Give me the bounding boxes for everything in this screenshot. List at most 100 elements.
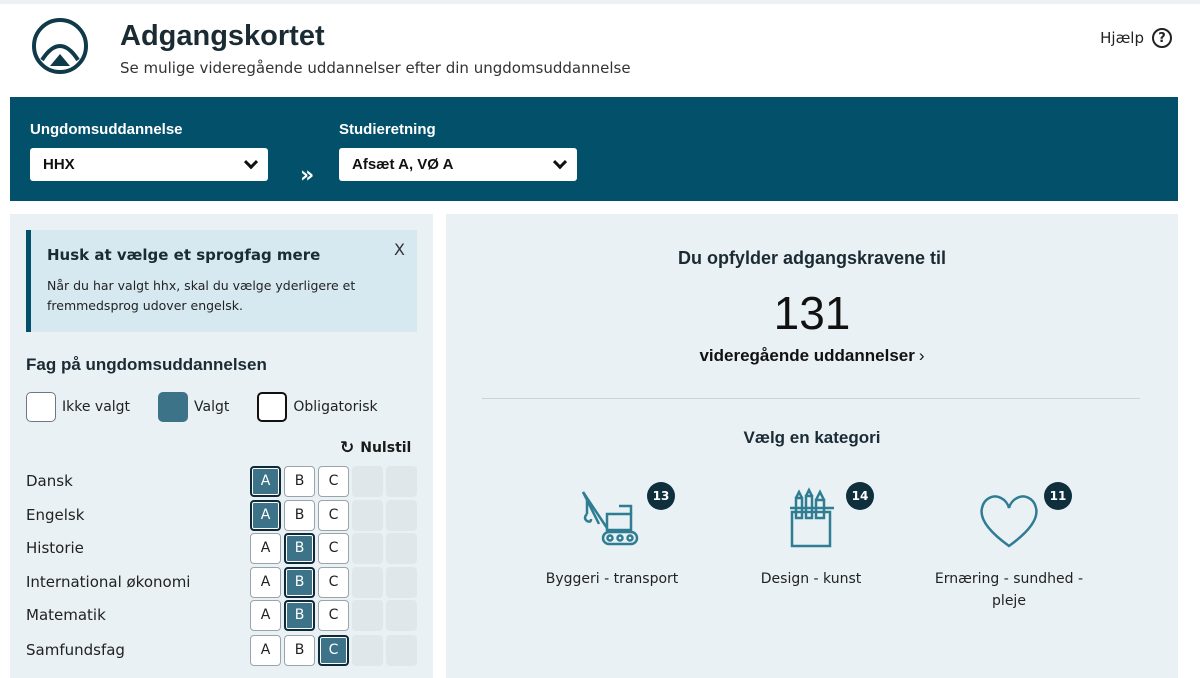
close-icon[interactable]: X [394, 240, 405, 259]
level-slot-empty [386, 599, 417, 631]
level-button-b[interactable]: B [284, 599, 315, 631]
level-button-c[interactable]: C [318, 599, 349, 631]
subject-row: Historie A B C [26, 532, 421, 564]
legend-label: Ikke valgt [62, 399, 131, 415]
direction-select-value: Afsæt A, VØ A [352, 156, 454, 173]
subject-row: Samfundsfag A B C [26, 634, 421, 666]
level-button-a[interactable]: A [250, 532, 281, 564]
level-buttons: ABC [250, 566, 417, 598]
level-button-b[interactable]: B [284, 532, 315, 564]
level-slot-empty [386, 465, 417, 497]
level-button-a[interactable]: A [250, 566, 281, 598]
level-button-b[interactable]: B [284, 566, 315, 598]
subject-name: International økonomi [26, 573, 191, 591]
subject-name: Samfundsfag [26, 641, 125, 659]
level-slot-empty [386, 499, 417, 531]
level-button-a[interactable]: A [250, 599, 281, 631]
level-button-c[interactable]: C [318, 499, 349, 531]
level-slot-empty [352, 499, 383, 531]
help-link[interactable]: Hjælp ? [1100, 28, 1172, 48]
legend-label: Valgt [194, 399, 230, 415]
level-button-c[interactable]: C [318, 566, 349, 598]
level-slot-empty [352, 532, 383, 564]
level-button-c[interactable]: C [318, 465, 349, 497]
language-notice: Husk at vælge et sprogfag mere Når du ha… [26, 230, 417, 332]
double-chevron-right-icon: » [300, 163, 314, 188]
category-label: Byggeri - transport [545, 571, 679, 587]
notice-text: Når du har valgt hhx, skal du vælge yder… [47, 278, 356, 313]
legend-box-selected [158, 392, 189, 422]
level-slot-empty [386, 532, 417, 564]
education-group: Ungdomsuddannelse HHX [30, 121, 268, 181]
category-byggeri-transport[interactable]: 13 Byggeri - transport [527, 482, 697, 590]
legend-not-selected: Ikke valgt [26, 392, 130, 422]
legend: Ikke valgt Valgt Obligatorisk [26, 392, 406, 422]
level-button-b[interactable]: B [284, 499, 315, 531]
category-label: Design - kunst [760, 571, 862, 587]
level-buttons: ABC [250, 499, 417, 531]
refresh-icon: ↻ [340, 438, 355, 458]
subject-name: Historie [26, 539, 84, 557]
legend-box-not-selected [26, 392, 56, 422]
level-button-b[interactable]: B [284, 634, 315, 666]
category-design-kunst[interactable]: 14 Design - kunst [726, 482, 896, 590]
level-button-c[interactable]: C [318, 634, 349, 666]
result-count: 131 [773, 287, 851, 339]
legend-label: Obligatorisk [293, 399, 378, 415]
education-select-value: HHX [43, 156, 75, 173]
level-slot-empty [352, 566, 383, 598]
category-count-badge: 13 [647, 482, 675, 510]
adgangskortet-logo-icon[interactable] [28, 16, 92, 76]
subjects-title: Fag på ungdomsuddannelsen [26, 355, 267, 374]
level-button-a[interactable]: A [250, 465, 281, 497]
chevron-right-icon: › [918, 346, 925, 365]
level-buttons: ABC [250, 634, 417, 666]
level-buttons: ABC [250, 465, 417, 497]
subject-row: Dansk A B C [26, 465, 421, 497]
app-title: Adgangskortet [120, 20, 325, 52]
level-button-b[interactable]: B [284, 465, 315, 497]
category-label: Ernæring - sundhed - pleje [934, 571, 1084, 609]
education-select[interactable]: HHX [30, 148, 268, 181]
subject-row: Matematik A B C [26, 599, 421, 631]
notice-title: Husk at vælge et sprogfag mere [47, 246, 321, 264]
educations-link-label: videregående uddannelser [699, 346, 915, 365]
educations-link[interactable]: videregående uddannelser › [446, 346, 1178, 366]
crane-icon: 13 [577, 482, 675, 554]
subject-name: Dansk [26, 472, 73, 490]
education-selector-bar: Ungdomsuddannelse HHX » Studieretning Af… [10, 97, 1178, 201]
category-ernaering-sundhed-pleje[interactable]: 11 Ernæring - sundhed - pleje [924, 482, 1094, 612]
subject-row: International økonomi A B C [26, 566, 421, 598]
level-buttons: ABC [250, 532, 417, 564]
heart-icon: 11 [974, 482, 1072, 554]
direction-select[interactable]: Afsæt A, VØ A [339, 148, 577, 181]
legend-mandatory: Obligatorisk [257, 392, 378, 422]
education-label: Ungdomsuddannelse [30, 121, 183, 138]
legend-selected: Valgt [158, 392, 229, 422]
level-slot-empty [352, 599, 383, 631]
subjects-panel: Husk at vælge et sprogfag mere Når du ha… [10, 214, 433, 678]
chevron-down-icon [552, 154, 568, 169]
chevron-down-icon [243, 154, 259, 169]
subject-name: Engelsk [26, 506, 85, 524]
level-button-a[interactable]: A [250, 634, 281, 666]
level-slot-empty [386, 634, 417, 666]
legend-box-mandatory [257, 392, 288, 422]
level-slot-empty [386, 566, 417, 598]
reset-label: Nulstil [360, 440, 412, 456]
level-button-c[interactable]: C [318, 532, 349, 564]
results-panel: Du opfylder adgangskravene til 131 vider… [446, 214, 1178, 678]
help-label: Hjælp [1100, 29, 1144, 47]
level-slot-empty [352, 465, 383, 497]
level-button-a[interactable]: A [250, 499, 281, 531]
divider [482, 398, 1140, 399]
page-header: Adgangskortet Se mulige videregående udd… [0, 4, 1200, 96]
direction-label: Studieretning [339, 121, 436, 138]
question-circle-icon: ? [1152, 28, 1172, 48]
result-heading: Du opfylder adgangskravene til [677, 248, 947, 268]
level-buttons: ABC [250, 599, 417, 631]
reset-button[interactable]: ↻ Nulstil [340, 438, 411, 458]
category-heading: Vælg en kategori [743, 428, 881, 447]
subject-name: Matematik [26, 606, 106, 624]
direction-group: Studieretning Afsæt A, VØ A [339, 121, 577, 181]
